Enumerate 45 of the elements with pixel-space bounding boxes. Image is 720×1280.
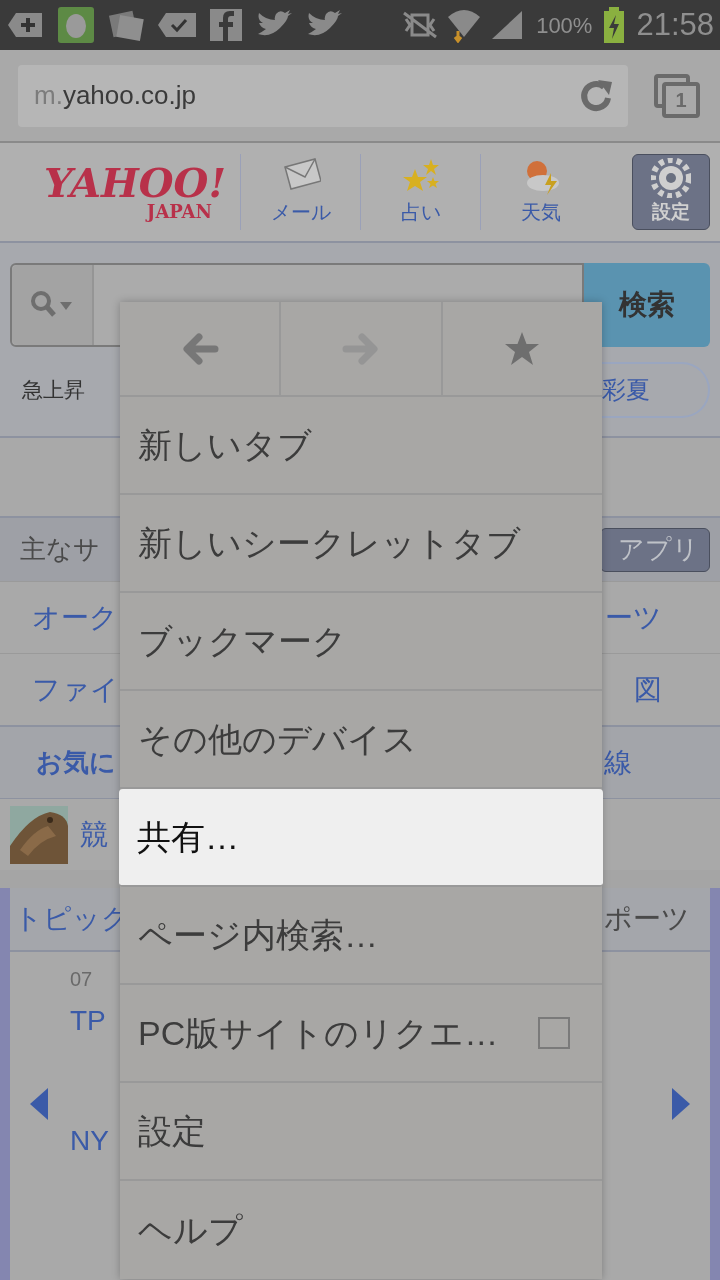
menu-item[interactable]: PC版サイトのリクエ… bbox=[120, 985, 602, 1083]
search-button[interactable]: 検索 bbox=[584, 263, 710, 347]
keiba-link[interactable]: 競 bbox=[80, 813, 108, 856]
clock: 21:58 bbox=[636, 5, 714, 44]
checkbox[interactable] bbox=[538, 1017, 570, 1049]
url-domain: yahoo.co.jp bbox=[62, 80, 196, 110]
facebook-icon bbox=[210, 9, 242, 41]
service-tab[interactable]: 線 bbox=[604, 741, 632, 784]
section-title: 主なサ bbox=[20, 533, 100, 566]
battery-icon bbox=[604, 7, 625, 43]
news-link[interactable]: TP bbox=[70, 1000, 109, 1042]
reload-icon[interactable] bbox=[578, 77, 614, 114]
service-link[interactable]: ファイ bbox=[32, 668, 119, 711]
menu-item[interactable]: ヘルプ bbox=[120, 1181, 602, 1279]
sports-tab[interactable]: ポーツ bbox=[604, 898, 690, 940]
menu-item[interactable]: 共有… bbox=[119, 789, 603, 887]
menu-item[interactable]: ページ内検索… bbox=[120, 887, 602, 985]
settings-icon bbox=[651, 157, 691, 198]
apps-button[interactable]: アプリ bbox=[600, 527, 710, 572]
menu-item[interactable]: 設定 bbox=[120, 1083, 602, 1181]
left-arrow-icon[interactable] bbox=[30, 1088, 48, 1120]
trending-label: 急上昇 bbox=[21, 377, 85, 404]
right-arrow-icon[interactable] bbox=[672, 1088, 690, 1120]
news-time: 07 bbox=[70, 967, 94, 992]
menu-item[interactable]: ブックマーク bbox=[120, 593, 602, 691]
mute-vibrate-icon bbox=[402, 11, 439, 39]
favorites-tab[interactable]: お気に bbox=[36, 743, 116, 782]
settings-button[interactable]: 設定 bbox=[632, 154, 710, 230]
menu-item[interactable]: 新しいシークレットタブ bbox=[120, 495, 602, 593]
service-link[interactable]: 図 bbox=[634, 668, 662, 711]
logo-text: YAHOO! bbox=[43, 163, 226, 203]
service-link[interactable]: オーク bbox=[32, 596, 118, 639]
nav-link[interactable]: メール bbox=[240, 154, 360, 230]
back-arrow-icon[interactable] bbox=[180, 330, 219, 367]
service-link[interactable]: ーツ bbox=[605, 596, 662, 639]
news-link[interactable]: NY bbox=[70, 1120, 109, 1162]
url-field[interactable]: m.yahoo.co.jp bbox=[18, 64, 628, 127]
nav-link[interactable]: 天気 bbox=[480, 154, 600, 230]
wifi-icon bbox=[446, 7, 483, 43]
menu-item[interactable]: 新しいタブ bbox=[120, 397, 602, 495]
tag-check-icon bbox=[158, 11, 196, 39]
battery-percent: 100% bbox=[536, 11, 593, 40]
url-prefix: m. bbox=[34, 80, 63, 110]
nav-link[interactable]: 占い bbox=[360, 154, 480, 230]
logo-subtext: JAPAN bbox=[146, 203, 213, 221]
